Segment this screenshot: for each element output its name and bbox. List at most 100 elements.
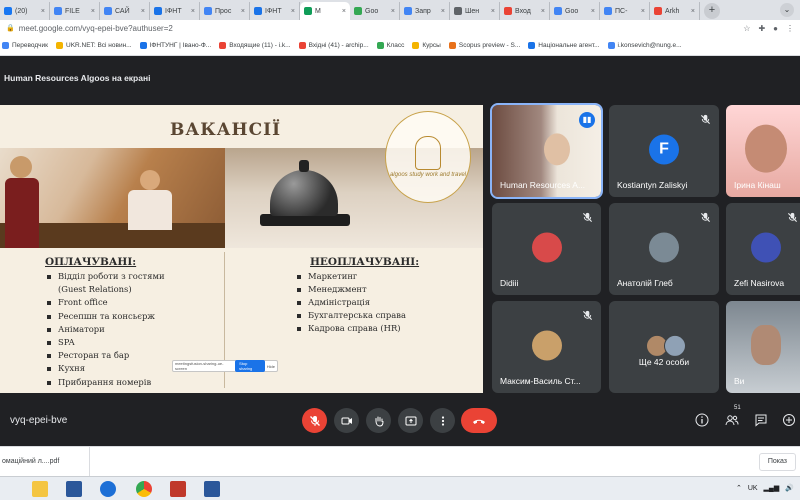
pdf-reader-icon[interactable] xyxy=(170,481,186,497)
tab-close-icon[interactable]: × xyxy=(641,8,645,15)
address-bar[interactable]: 🔒 meet.google.com/vyq-epei-bve?authuser=… xyxy=(6,24,173,33)
profile-icon[interactable]: ● xyxy=(773,24,778,33)
participant-name: Ірина Кінаш xyxy=(734,180,781,190)
volume-icon[interactable]: 🔊 xyxy=(785,484,794,492)
participant-tile[interactable]: Максим-Василь Ст... xyxy=(492,301,601,393)
word-app-icon[interactable] xyxy=(66,481,82,497)
network-icon[interactable]: ▂▄▆ xyxy=(764,484,780,492)
bookmark-item[interactable]: Scopus preview - S... xyxy=(448,42,520,49)
vacancy-item: (Guest Relations) xyxy=(58,284,132,295)
tab-label: ПС- xyxy=(615,7,628,15)
browser-tab[interactable]: (20) × xyxy=(0,2,50,20)
browser-tab[interactable]: Вход × xyxy=(500,2,550,20)
chat-icon[interactable] xyxy=(754,413,768,427)
tab-close-icon[interactable]: × xyxy=(91,8,95,15)
vacancy-item: Аніматори xyxy=(45,323,165,336)
people-icon[interactable] xyxy=(725,413,739,427)
browser-tab[interactable]: M × xyxy=(300,2,350,20)
tab-close-icon[interactable]: × xyxy=(141,8,145,15)
tab-favicon-icon xyxy=(204,7,212,15)
camera-toggle-button[interactable] xyxy=(334,408,359,433)
extensions-icon[interactable]: ✚ xyxy=(758,24,765,33)
participant-tile[interactable]: Ірина Кінаш xyxy=(726,105,800,197)
present-screen-button[interactable] xyxy=(398,408,423,433)
mic-muted-icon xyxy=(700,212,711,223)
browser-tab[interactable]: САЙ × xyxy=(100,2,150,20)
browser-tab[interactable]: Goo × xyxy=(550,2,600,20)
edge-browser-icon[interactable] xyxy=(100,481,116,497)
browser-tab[interactable]: Шен × xyxy=(450,2,500,20)
bookmark-favicon-icon xyxy=(607,42,615,49)
tab-label: (20) xyxy=(15,7,28,15)
tab-close-icon[interactable]: × xyxy=(241,8,245,15)
browser-tab[interactable]: ПС- × xyxy=(600,2,650,20)
bookmark-item[interactable]: ІФНТУНГ | Івано-Ф... xyxy=(139,42,211,49)
browser-tab[interactable]: ІФНТ × xyxy=(250,2,300,20)
chrome-browser-icon[interactable] xyxy=(136,481,152,497)
bookmark-item[interactable]: Переводчик xyxy=(2,42,48,49)
tab-close-icon[interactable]: × xyxy=(291,8,295,15)
participant-tile[interactable]: Zefi Nasirova xyxy=(726,203,800,295)
tray-chevron-icon[interactable]: ⌃ xyxy=(736,484,742,492)
participant-tile[interactable]: Анатолій Глеб xyxy=(609,203,719,295)
tab-close-icon[interactable]: × xyxy=(491,8,495,15)
menu-icon[interactable]: ⋮ xyxy=(786,24,794,33)
tab-close-icon[interactable]: × xyxy=(41,8,45,15)
tab-close-icon[interactable]: × xyxy=(391,8,395,15)
raise-hand-button[interactable] xyxy=(366,408,391,433)
participant-tile[interactable]: F Kostiantyn Zaliskyi xyxy=(609,105,719,197)
browser-tab[interactable]: Arkh × xyxy=(650,2,700,20)
language-indicator[interactable]: UK xyxy=(748,485,758,492)
bookmark-item[interactable]: Входящие (11) - i.k... xyxy=(219,42,291,49)
participant-tile[interactable]: Ще 42 особи xyxy=(609,301,719,393)
paid-list: Відділ роботи з гостями (Guest Relations)… xyxy=(45,270,165,389)
tab-close-icon[interactable]: × xyxy=(342,8,346,15)
meeting-info-icon[interactable] xyxy=(695,413,709,427)
bookmark-favicon-icon xyxy=(412,42,420,49)
stop-sharing-button[interactable]: Stop sharing xyxy=(235,360,265,372)
avatar: F xyxy=(649,134,679,165)
bookmark-item[interactable]: Вхідні (41) - archip... xyxy=(298,42,369,49)
presenting-label: Human Resources Algoos на екрані xyxy=(4,73,151,83)
camera-icon xyxy=(341,417,352,424)
file-explorer-icon[interactable] xyxy=(32,481,48,497)
activities-icon[interactable] xyxy=(782,413,796,427)
bookmark-favicon-icon xyxy=(56,42,64,49)
download-item[interactable]: омаційний л....pdf xyxy=(0,447,90,477)
leave-call-button[interactable] xyxy=(461,408,497,433)
slide-title: ВАКАНСІЇ xyxy=(170,120,282,140)
mic-toggle-button[interactable] xyxy=(302,408,327,433)
tab-close-icon[interactable]: × xyxy=(541,8,545,15)
participant-tile[interactable]: Didiii xyxy=(492,203,601,295)
browser-tab[interactable]: Запр × xyxy=(400,2,450,20)
participant-tile[interactable]: Ви xyxy=(726,301,800,393)
bookmark-item[interactable]: i.konsevich@nung.e... xyxy=(607,42,682,49)
bookmark-item[interactable]: Курсы xyxy=(412,42,441,49)
bookmark-item[interactable]: Класс xyxy=(376,42,404,49)
bookmark-item[interactable]: UKR.NET: Всі новин... xyxy=(56,42,132,49)
new-tab-button[interactable]: + xyxy=(704,3,720,19)
mic-muted-icon xyxy=(787,212,798,223)
browser-tab[interactable]: Goo × xyxy=(350,2,400,20)
tab-close-icon[interactable]: × xyxy=(591,8,595,15)
tab-close-icon[interactable]: × xyxy=(441,8,445,15)
tab-label: Goo xyxy=(365,7,379,15)
word-document-icon[interactable] xyxy=(204,481,220,497)
hide-banner-button[interactable]: Hide xyxy=(267,364,275,369)
tab-search-button[interactable]: ⌄ xyxy=(780,3,794,17)
more-options-button[interactable] xyxy=(430,408,455,433)
browser-tab[interactable]: Прос × xyxy=(200,2,250,20)
tab-close-icon[interactable]: × xyxy=(191,8,195,15)
browser-tab[interactable]: ІФНТ × xyxy=(150,2,200,20)
url-text[interactable]: meet.google.com/vyq-epei-bve?authuser=2 xyxy=(19,24,173,33)
participant-tile[interactable]: ▮▮ Human Resources A... xyxy=(490,103,603,199)
browser-toolbar: 🔒 meet.google.com/vyq-epei-bve?authuser=… xyxy=(0,20,800,36)
show-all-downloads-button[interactable]: Показ xyxy=(758,453,796,471)
bookmark-label: Вхідні (41) - archip... xyxy=(308,42,369,49)
tab-close-icon[interactable]: × xyxy=(691,8,695,15)
bookmark-star-icon[interactable]: ☆ xyxy=(743,24,750,33)
browser-tab[interactable]: FILE × xyxy=(50,2,100,20)
bookmark-item[interactable]: Національне агент... xyxy=(528,42,600,49)
mic-muted-icon xyxy=(700,114,711,125)
avatar xyxy=(531,330,562,361)
